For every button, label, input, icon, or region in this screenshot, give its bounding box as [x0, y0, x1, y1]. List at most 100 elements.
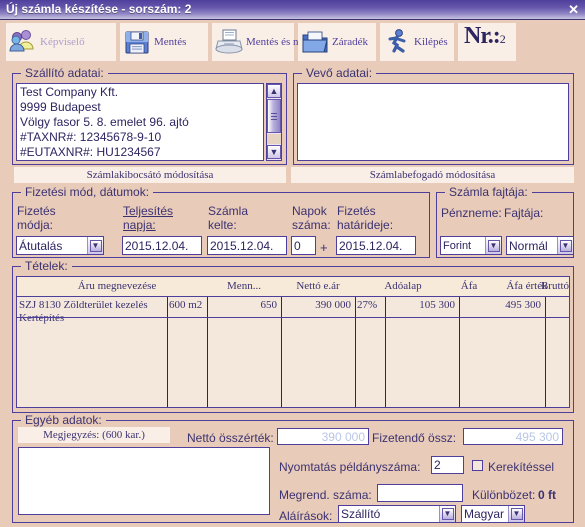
payment-method-label-1: Fizetés — [17, 204, 56, 218]
chevron-down-icon[interactable]: ▼ — [508, 506, 524, 522]
signature-value: Szállító — [341, 507, 381, 521]
cell-separator — [355, 297, 356, 407]
toolbar-button-zaradek[interactable]: Záradék — [298, 23, 376, 61]
invoice-date-label-1: Számla — [208, 204, 249, 218]
column-header-unitprice: Nettó e.ár — [296, 280, 340, 292]
difference-value: 0 ft — [538, 488, 556, 502]
cell-unitprice: 650 — [260, 299, 278, 311]
invoice-kind-value: Normál — [509, 238, 548, 253]
currency-label: Pénzneme: — [441, 206, 502, 220]
table-row[interactable]: SZJ 8130 Zöldterület kezelés Kertépítés … — [17, 297, 569, 407]
payment-legend: Fizetési mód, dátumok: — [21, 185, 154, 199]
comment-text — [19, 448, 269, 450]
scrollbar-thumb[interactable] — [267, 99, 281, 133]
invoice-date-label-2: kelte: — [208, 218, 237, 232]
items-legend: Tételek: — [21, 259, 72, 273]
buyer-textarea[interactable] — [296, 82, 570, 162]
chevron-down-icon[interactable]: ▼ — [439, 506, 455, 522]
copies-input[interactable]: 2 — [431, 456, 464, 474]
cell-separator — [545, 297, 546, 407]
row-bottom-border — [17, 317, 569, 318]
chevron-down-icon[interactable]: ▼ — [485, 237, 501, 254]
toolbar-button-mentes-es-nyomtatas[interactable]: Mentés és nyomtatás — [212, 23, 338, 61]
window-title: Új számla készítése - sorszám: 2 — [6, 2, 192, 16]
payment-method-value: Átutalás — [19, 238, 63, 253]
due-date-label-2: határideje: — [337, 218, 394, 232]
toolbar-button-kepviselo[interactable]: Képviselő — [6, 23, 116, 61]
cell-quantity: 600 m2 — [169, 299, 203, 311]
buyer-text — [298, 84, 568, 86]
rounding-checkbox[interactable] — [472, 460, 483, 471]
cell-separator — [459, 297, 460, 407]
invoice-type-legend: Számla fajtája: — [445, 185, 532, 199]
net-total-value: 390 000 — [277, 428, 369, 445]
supplier-text: Test Company Kft. 9999 Budapest Völgy fa… — [20, 85, 189, 159]
cell-vatvalue: 105 300 — [419, 299, 455, 311]
chevron-down-icon[interactable]: ▼ — [87, 237, 103, 254]
rounding-label: Kerekítéssel — [488, 460, 555, 474]
other-legend: Egyéb adatok: — [21, 413, 106, 427]
currency-value: Forint — [443, 239, 472, 252]
supplier-textarea[interactable]: Test Company Kft. 9999 Budapest Völgy fa… — [15, 82, 265, 162]
payment-method-select[interactable]: Átutalás ▼ — [16, 236, 104, 255]
toolbar-label-mentes: Mentés — [154, 36, 187, 48]
difference-label: Különbözet: — [472, 488, 536, 502]
scroll-down-icon[interactable]: ▼ — [267, 145, 281, 159]
chevron-down-icon[interactable]: ▼ — [557, 237, 573, 254]
invoice-number-display: Nr.:2 — [458, 23, 516, 61]
supplier-scrollbar[interactable]: ▲ ▼ — [266, 83, 282, 161]
payment-method-label-2: módja: — [17, 218, 54, 232]
scroll-up-icon[interactable]: ▲ — [267, 84, 281, 98]
column-header-taxbase: Adóalap — [384, 280, 422, 292]
toolbar-button-mentes[interactable]: Mentés — [120, 23, 208, 61]
comment-textarea[interactable] — [17, 446, 271, 516]
scrollbar-track[interactable] — [267, 134, 281, 144]
currency-select[interactable]: Forint ▼ — [440, 236, 502, 255]
plus-sign: + — [320, 240, 328, 255]
fulfillment-date-label-2: napja: — [123, 218, 156, 232]
supplier-legend: Szállító adatai: — [21, 66, 108, 80]
payable-label: Fizetendő össz: — [372, 431, 457, 445]
close-icon[interactable]: ✕ — [568, 1, 579, 18]
fulfillment-date-label-1: Teljesítés — [123, 204, 174, 218]
cell-separator — [167, 297, 168, 407]
toolbar-label-kepviselo: Képviselő — [40, 36, 85, 48]
edit-buyer-button[interactable]: Számlabefogadó módosítása — [291, 167, 574, 183]
invoice-kind-select[interactable]: Normál ▼ — [506, 236, 574, 255]
toolbar: Képviselő Mentés Mentés és nyomtatás Zár… — [0, 20, 585, 64]
users-icon — [8, 27, 38, 57]
due-date-label-1: Fizetés — [337, 204, 376, 218]
order-number-input[interactable] — [377, 484, 463, 502]
items-table[interactable]: Áru megnevezése Menn... Nettó e.ár Adóal… — [15, 275, 571, 409]
cell-vatrate: 27% — [357, 299, 378, 311]
invoice-date-input[interactable]: 2015.12.04. — [207, 236, 287, 255]
kind-label: Fajtája: — [504, 206, 544, 220]
nr-value: 2 — [499, 32, 506, 46]
column-header-name: Áru megnevezése — [77, 280, 157, 292]
column-header-gross: Bruttó — [540, 280, 570, 292]
toolbar-label-kilepes: Kilépés — [414, 36, 448, 48]
net-total-label: Nettó összérték: — [187, 431, 274, 445]
language-value: Magyar — [464, 507, 505, 521]
floppy-disk-icon — [122, 27, 152, 57]
payable-value: 495 300 — [463, 428, 563, 445]
comment-label: Megjegyzés: (600 kar.) — [18, 427, 170, 443]
cell-separator — [385, 297, 386, 407]
column-header-quantity: Menn... — [227, 280, 261, 292]
language-select[interactable]: Magyar ▼ — [461, 505, 525, 523]
fulfillment-date-input[interactable]: 2015.12.04. — [122, 236, 202, 255]
toolbar-button-kilepes[interactable]: Kilépés — [380, 23, 454, 61]
due-date-input[interactable]: 2015.12.04. — [336, 236, 416, 255]
copies-label: Nyomtatás példányszáma: — [279, 460, 421, 474]
nr-colon: : — [492, 23, 501, 49]
days-count-label-1: Napok — [292, 204, 327, 218]
signature-select[interactable]: Szállító ▼ — [338, 505, 456, 523]
cell-taxbase: 390 000 — [315, 299, 351, 311]
edit-supplier-button[interactable]: Számlakibocsátó módosítása — [14, 167, 286, 183]
days-count-input[interactable]: 0 — [291, 236, 316, 255]
days-count-label-2: száma: — [292, 218, 331, 232]
cell-gross: 495 300 — [505, 299, 541, 311]
cell-separator — [281, 297, 282, 407]
nr-prefix: Nr. — [464, 23, 494, 49]
toolbar-label-zaradek: Záradék — [332, 36, 369, 48]
